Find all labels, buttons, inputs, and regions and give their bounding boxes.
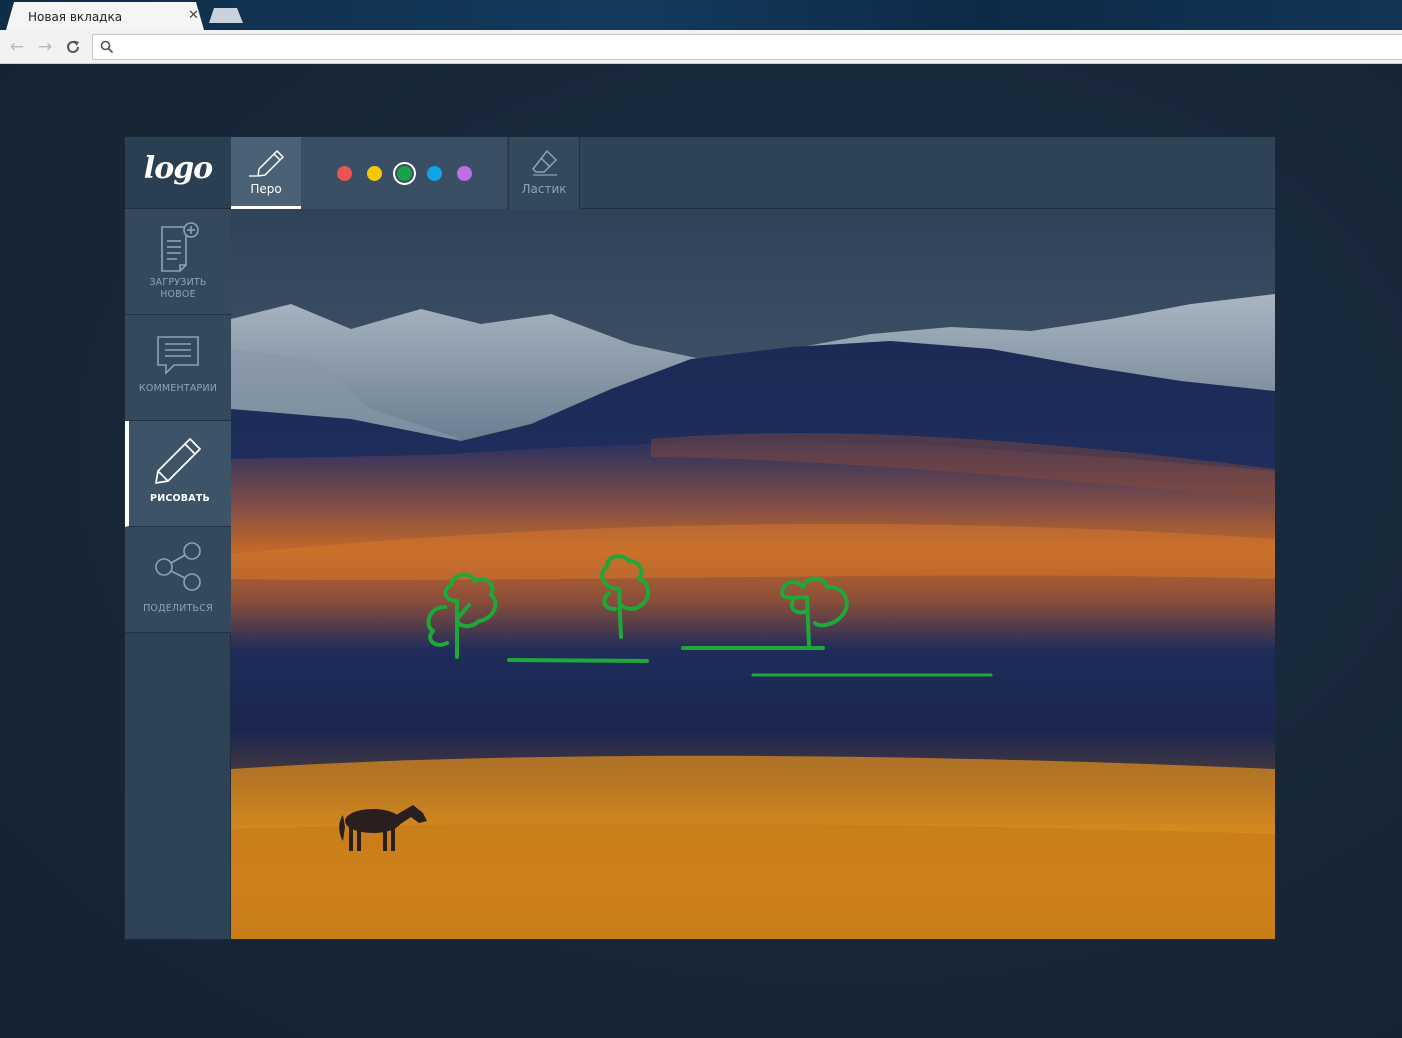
sidebar-item-share[interactable]: ПОДЕЛИТЬСЯ — [125, 527, 231, 633]
reload-icon[interactable] — [62, 36, 84, 58]
sidebar-item-label: ПОДЕЛИТЬСЯ — [143, 603, 213, 614]
drawing-app: logo ЗАГРУЗИТЬ НОВОЕ КОММЕНТАРИИ РИСОВАТ… — [124, 136, 1276, 940]
pen-tool-button[interactable]: Перо — [231, 137, 307, 209]
pen-icon — [249, 150, 284, 177]
drawing-strokes — [426, 554, 993, 677]
document-add-icon — [161, 222, 199, 272]
pencil-icon — [155, 438, 201, 484]
tab-close-icon[interactable]: ✕ — [188, 8, 199, 23]
back-arrow-icon[interactable]: ← — [6, 36, 28, 58]
color-swatch-blue[interactable] — [427, 166, 442, 181]
color-swatch-purple[interactable] — [457, 166, 472, 181]
address-bar[interactable] — [92, 34, 1402, 60]
logo: logo — [143, 151, 213, 186]
sidebar-item-label: КОММЕНТАРИИ — [138, 383, 218, 394]
color-swatch-yellow[interactable] — [367, 166, 382, 181]
pen-tool-label: Перо — [250, 182, 282, 196]
sidebar-item-label: ЗАГРУЗИТЬ — [149, 277, 207, 288]
eraser-tool-button[interactable]: Ластик — [508, 137, 580, 209]
forward-arrow-icon[interactable]: → — [34, 36, 56, 58]
browser-toolbar: ← → — [0, 30, 1402, 64]
tab-title: Новая вкладка — [28, 10, 123, 24]
sidebar-item-label: НОВОЕ — [160, 289, 196, 300]
eraser-icon — [532, 150, 557, 176]
browser-tab-strip: Новая вкладка ✕ — [0, 0, 1402, 30]
drawing-canvas[interactable] — [231, 209, 1275, 939]
tool-bar: Перо Ластик — [231, 137, 1275, 209]
sidebar-item-comments[interactable]: КОММЕНТАРИИ — [125, 315, 231, 421]
share-icon — [155, 542, 201, 591]
eraser-tool-label: Ластик — [521, 182, 567, 196]
search-icon — [100, 40, 114, 54]
comment-icon — [157, 336, 199, 375]
sidebar-item-upload[interactable]: ЗАГРУЗИТЬ НОВОЕ — [125, 209, 231, 315]
logo-area: logo — [125, 137, 231, 209]
color-palette — [301, 137, 507, 209]
color-swatch-green[interactable] — [397, 166, 412, 181]
new-tab-button[interactable] — [209, 8, 243, 23]
browser-tab-active[interactable]: Новая вкладка ✕ — [6, 2, 204, 30]
sidebar-item-label: РИСОВАТЬ — [150, 493, 210, 504]
sidebar-item-draw[interactable]: РИСОВАТЬ — [125, 421, 231, 527]
color-swatch-red[interactable] — [337, 166, 352, 181]
sidebar: logo ЗАГРУЗИТЬ НОВОЕ КОММЕНТАРИИ РИСОВАТ… — [125, 137, 231, 939]
address-input[interactable] — [121, 37, 1391, 57]
